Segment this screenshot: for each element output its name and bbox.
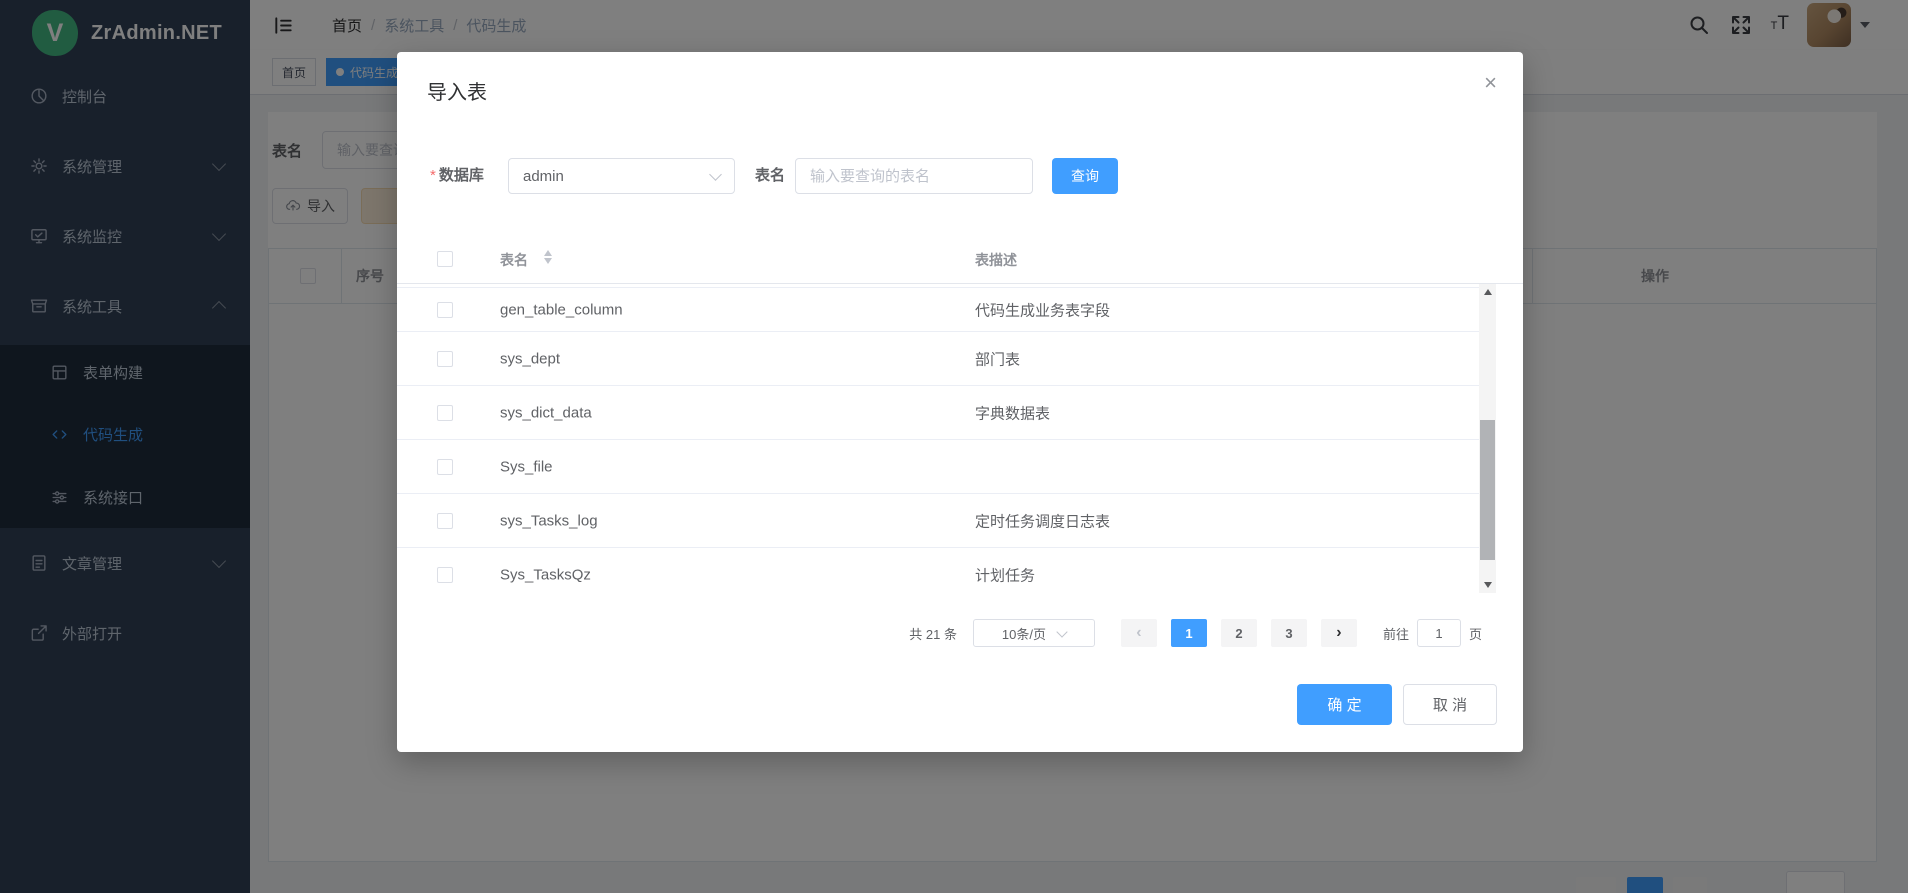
table-row[interactable]: Sys_TasksQz 计划任务 — [397, 548, 1479, 593]
select-all-checkbox[interactable] — [437, 251, 453, 267]
cancel-button[interactable]: 取 消 — [1403, 684, 1497, 725]
prev-page-button[interactable]: ‹ — [1121, 619, 1157, 647]
row-table-description: 代码生成业务表字段 — [975, 299, 1110, 320]
row-checkbox[interactable] — [437, 459, 453, 475]
page-size-select[interactable]: 10条/页 — [973, 619, 1095, 647]
row-table-description: 部门表 — [975, 348, 1020, 369]
table-row[interactable]: sys_dict_data 字典数据表 — [397, 386, 1479, 440]
row-table-name: gen_table_column — [500, 301, 623, 318]
goto-suffix: 页 — [1469, 624, 1482, 643]
row-table-description: 字典数据表 — [975, 402, 1050, 423]
column-header-description: 表描述 — [975, 238, 1017, 283]
chevron-down-icon — [1056, 626, 1067, 637]
chevron-down-icon — [709, 168, 722, 181]
app-window: V ZrAdmin.NET 控制台 系统管理 系统监控 系统工具 表单构建 — [0, 0, 1908, 893]
sort-carets-icon[interactable] — [544, 250, 552, 264]
table-row[interactable]: sys_dept 部门表 — [397, 332, 1479, 386]
row-table-description: 定时任务调度日志表 — [975, 510, 1110, 531]
goto-label: 前往 — [1383, 624, 1409, 643]
row-table-description: 计划任务 — [975, 564, 1035, 585]
dialog-table-body: gen_table_column 代码生成业务表字段 sys_dept 部门表 … — [397, 284, 1479, 593]
scroll-up-icon[interactable] — [1479, 284, 1496, 300]
pagination-total: 共 21 条 — [909, 624, 957, 643]
table-row[interactable]: gen_table_column 代码生成业务表字段 — [397, 288, 1479, 332]
table-name-label: 表名 — [755, 158, 785, 194]
row-table-name: Sys_file — [500, 458, 553, 475]
scrollbar-thumb[interactable] — [1480, 420, 1495, 560]
page-button-2[interactable]: 2 — [1221, 619, 1257, 647]
row-table-name: sys_Tasks_log — [500, 512, 598, 529]
database-select-value: admin — [523, 168, 564, 185]
confirm-button[interactable]: 确 定 — [1297, 684, 1392, 725]
row-checkbox[interactable] — [437, 351, 453, 367]
database-label: *数据库 — [430, 158, 484, 194]
dialog-title: 导入表 — [427, 76, 487, 105]
row-table-name: sys_dept — [500, 350, 560, 367]
column-header-name: 表名 — [500, 238, 528, 283]
goto-page-input[interactable] — [1417, 619, 1461, 647]
row-table-name: sys_dict_data — [500, 404, 592, 421]
dialog-table-header: 表名 表描述 — [397, 238, 1523, 284]
row-checkbox[interactable] — [437, 513, 453, 529]
database-select[interactable]: admin — [508, 158, 735, 194]
row-checkbox[interactable] — [437, 302, 453, 318]
dialog-pagination: 共 21 条 10条/页 ‹ 1 2 3 › 前往 页 — [397, 618, 1482, 648]
table-name-input[interactable] — [795, 158, 1033, 194]
row-checkbox[interactable] — [437, 567, 453, 583]
dialog-filter-form: *数据库 admin 表名 查询 — [397, 158, 1523, 194]
query-button[interactable]: 查询 — [1052, 158, 1118, 194]
scroll-down-icon[interactable] — [1479, 577, 1496, 593]
next-page-button[interactable]: › — [1321, 619, 1357, 647]
table-row[interactable]: Sys_file — [397, 440, 1479, 494]
table-row[interactable]: sys_Tasks_log 定时任务调度日志表 — [397, 494, 1479, 548]
scrollbar[interactable] — [1479, 284, 1496, 593]
required-mark: * — [430, 167, 436, 184]
page-button-1[interactable]: 1 — [1171, 619, 1207, 647]
close-icon[interactable]: × — [1484, 72, 1497, 94]
import-table-dialog: 导入表 × *数据库 admin 表名 查询 表名 表描述 gen_table_… — [397, 52, 1523, 752]
page-button-3[interactable]: 3 — [1271, 619, 1307, 647]
row-table-name: Sys_TasksQz — [500, 566, 591, 583]
dialog-footer: 确 定 取 消 — [1297, 684, 1497, 725]
page-size-value: 10条/页 — [1002, 624, 1046, 643]
row-checkbox[interactable] — [437, 405, 453, 421]
